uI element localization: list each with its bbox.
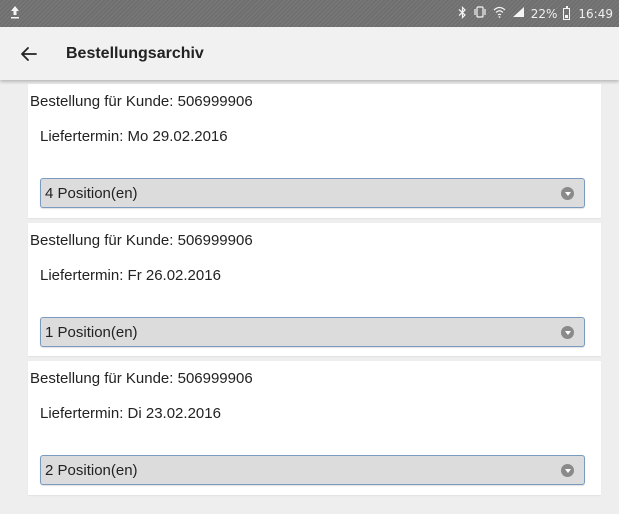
positions-dropdown-value: 4 Position(en): [45, 184, 138, 202]
page-title: Bestellungsarchiv: [66, 44, 204, 62]
order-card: Bestellung für Kunde: 506999906 Lieferte…: [28, 361, 601, 495]
status-bar: 22% 16:49: [0, 0, 619, 27]
positions-dropdown[interactable]: 2 Position(en): [40, 455, 585, 485]
battery-icon: [563, 5, 571, 20]
positions-dropdown-value: 2 Position(en): [45, 461, 138, 479]
back-arrow-icon[interactable]: [18, 43, 40, 65]
delivery-date-label: Liefertermin: Di 23.02.2016: [40, 405, 221, 422]
bluetooth-icon: [458, 5, 467, 22]
positions-dropdown[interactable]: 4 Position(en): [40, 178, 585, 208]
clock: 16:49: [578, 6, 613, 21]
chevron-down-icon: [561, 464, 574, 477]
delivery-date-label: Liefertermin: Mo 29.02.2016: [40, 128, 228, 145]
delivery-date-label: Liefertermin: Fr 26.02.2016: [40, 267, 221, 284]
order-card: Bestellung für Kunde: 506999906 Lieferte…: [28, 223, 601, 356]
vibrate-icon: [473, 6, 487, 21]
upload-icon: [10, 5, 20, 22]
positions-dropdown-value: 1 Position(en): [45, 323, 138, 341]
wifi-icon: [493, 6, 506, 21]
chevron-down-icon: [561, 187, 574, 200]
order-customer-label: Bestellung für Kunde: 506999906: [30, 93, 253, 110]
chevron-down-icon: [561, 326, 574, 339]
app-bar: Bestellungsarchiv: [0, 27, 619, 80]
positions-dropdown[interactable]: 1 Position(en): [40, 317, 585, 347]
order-card: Bestellung für Kunde: 506999906 Lieferte…: [28, 84, 601, 218]
battery-percent: 22%: [530, 6, 558, 21]
signal-icon: [512, 6, 525, 21]
order-customer-label: Bestellung für Kunde: 506999906: [30, 370, 253, 387]
order-customer-label: Bestellung für Kunde: 506999906: [30, 232, 253, 249]
